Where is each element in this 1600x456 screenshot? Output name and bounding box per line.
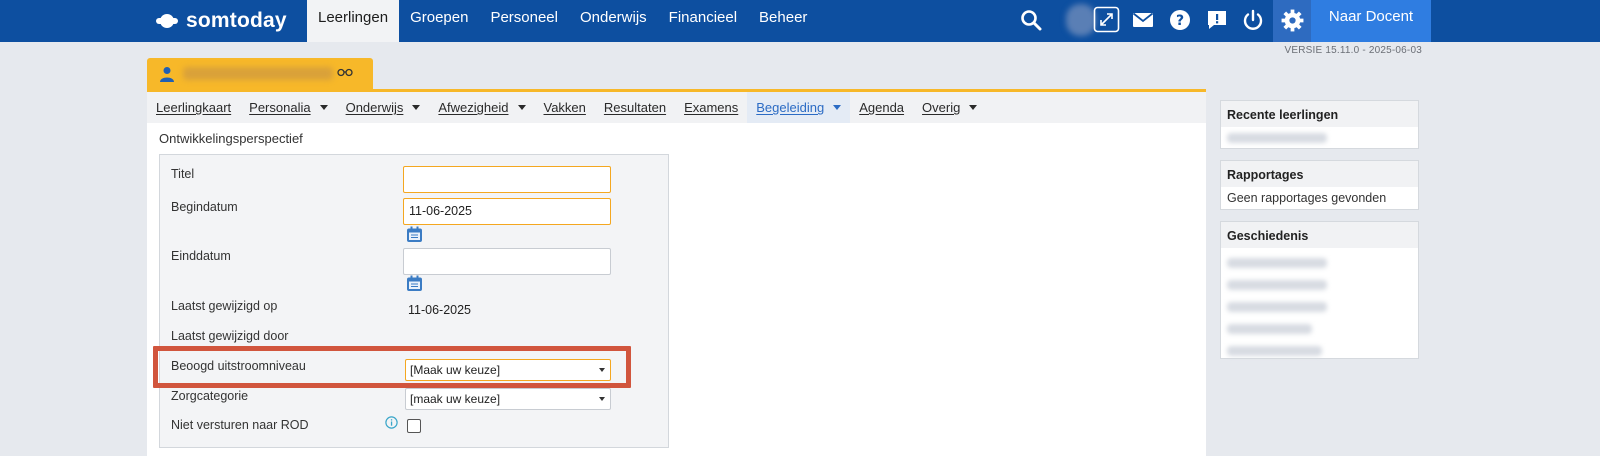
- nav-item-leerlingen[interactable]: Leerlingen: [307, 0, 400, 42]
- recente-leerlingen-title: Recente leerlingen: [1221, 101, 1418, 127]
- fullscreen-icon[interactable]: [1093, 6, 1120, 33]
- titel-input[interactable]: [403, 166, 611, 193]
- gewijzigd-op-value: 11-06-2025: [408, 303, 472, 317]
- chevron-down-icon: [412, 105, 421, 110]
- zorgcategorie-value: [maak uw keuze]: [410, 392, 501, 406]
- subnav-item-resultaten[interactable]: Resultaten: [595, 92, 675, 123]
- nav-item-onderwijs[interactable]: Onderwijs: [569, 0, 658, 42]
- nav-item-groepen[interactable]: Groepen: [399, 0, 479, 42]
- info-icon[interactable]: [385, 416, 398, 429]
- gear-icon: [1281, 9, 1304, 32]
- history-item-redacted[interactable]: [1227, 302, 1327, 312]
- ontwikkelingsperspectief-form: Titel Begindatum 11-06-2025 Einddatum La…: [159, 154, 669, 448]
- subnav-item-examens[interactable]: Examens: [675, 92, 747, 123]
- history-item-redacted[interactable]: [1227, 280, 1327, 290]
- subnav-item-leerlingkaart[interactable]: Leerlingkaart: [147, 92, 240, 123]
- subnav-item-begeleiding[interactable]: Begeleiding: [747, 92, 851, 123]
- niet-versturen-rod-checkbox[interactable]: [407, 419, 421, 433]
- svg-text:?: ?: [1176, 13, 1184, 29]
- student-name-redacted: [183, 67, 333, 80]
- zorgcategorie-label: Zorgcategorie: [171, 389, 249, 403]
- power-icon[interactable]: [1241, 8, 1265, 32]
- nav-item-beheer[interactable]: Beheer: [748, 0, 818, 42]
- top-bar: somtoday Leerlingen Groepen Personeel On…: [0, 0, 1600, 42]
- dropdown-arrow-icon: [599, 397, 605, 401]
- einddatum-label: Einddatum: [171, 249, 231, 263]
- content-panel: Leerlingkaart Personalia Onderwijs Afwez…: [147, 92, 1206, 456]
- titel-label: Titel: [171, 167, 195, 181]
- subnav-item-onderwijs[interactable]: Onderwijs: [337, 92, 430, 123]
- version-label: VERSIE 15.11.0 - 2025-06-03: [1284, 45, 1422, 56]
- recent-student-redacted[interactable]: [1227, 133, 1327, 143]
- geschiedenis-title: Geschiedenis: [1221, 222, 1418, 248]
- subnav-item-afwezigheid[interactable]: Afwezigheid: [429, 92, 534, 123]
- history-item-redacted[interactable]: [1227, 346, 1322, 356]
- logo-icon: [156, 10, 178, 32]
- gewijzigd-door-label: Laatst gewijzigd door: [171, 329, 289, 343]
- logo-text: somtoday: [186, 9, 287, 32]
- rapportages-card: Rapportages Geen rapportages gevonden: [1220, 160, 1419, 210]
- begindatum-input[interactable]: 11-06-2025: [403, 198, 611, 225]
- person-icon: [160, 67, 174, 82]
- subnav-item-vakken[interactable]: Vakken: [535, 92, 595, 123]
- recente-leerlingen-card: Recente leerlingen: [1220, 100, 1419, 149]
- einddatum-input[interactable]: [403, 248, 611, 275]
- history-item-redacted[interactable]: [1227, 324, 1312, 334]
- nav-item-financieel[interactable]: Financieel: [658, 0, 748, 42]
- gewijzigd-op-label: Laatst gewijzigd op: [171, 299, 278, 313]
- calendar-icon[interactable]: [406, 226, 423, 243]
- rapportages-empty: Geen rapportages gevonden: [1227, 191, 1387, 205]
- subnav-item-personalia[interactable]: Personalia: [240, 92, 336, 123]
- calendar-icon[interactable]: [406, 275, 423, 292]
- user-avatar[interactable]: [1066, 4, 1096, 36]
- chevron-down-icon: [517, 105, 526, 110]
- main-nav: Leerlingen Groepen Personeel Onderwijs F…: [307, 0, 818, 42]
- rapportages-title: Rapportages: [1221, 161, 1418, 187]
- feedback-icon[interactable]: [1205, 8, 1229, 32]
- nav-item-personeel[interactable]: Personeel: [479, 0, 569, 42]
- sub-nav: Leerlingkaart Personalia Onderwijs Afwez…: [147, 92, 1206, 123]
- mail-icon[interactable]: [1131, 8, 1155, 32]
- geschiedenis-card: Geschiedenis: [1220, 221, 1419, 359]
- highlight-box: [153, 346, 631, 388]
- subnav-item-agenda[interactable]: Agenda: [850, 92, 913, 123]
- section-title: Ontwikkelingsperspectief: [159, 131, 303, 146]
- chevron-down-icon: [319, 105, 328, 110]
- subnav-item-overig[interactable]: Overig: [913, 92, 986, 123]
- student-tab[interactable]: [147, 58, 373, 90]
- rod-label: Niet versturen naar ROD: [171, 418, 309, 432]
- search-icon[interactable]: [1019, 8, 1043, 32]
- chevron-down-icon: [833, 105, 842, 110]
- begindatum-label: Begindatum: [171, 200, 238, 214]
- glasses-icon: [337, 68, 353, 77]
- somtoday-logo[interactable]: somtoday: [156, 7, 287, 35]
- settings-button[interactable]: [1273, 0, 1311, 42]
- chevron-down-icon: [969, 105, 978, 110]
- zorgcategorie-select[interactable]: [maak uw keuze]: [405, 388, 611, 410]
- naar-docent-button[interactable]: Naar Docent: [1311, 0, 1431, 42]
- history-item-redacted[interactable]: [1227, 258, 1327, 268]
- help-icon[interactable]: ?: [1168, 8, 1192, 32]
